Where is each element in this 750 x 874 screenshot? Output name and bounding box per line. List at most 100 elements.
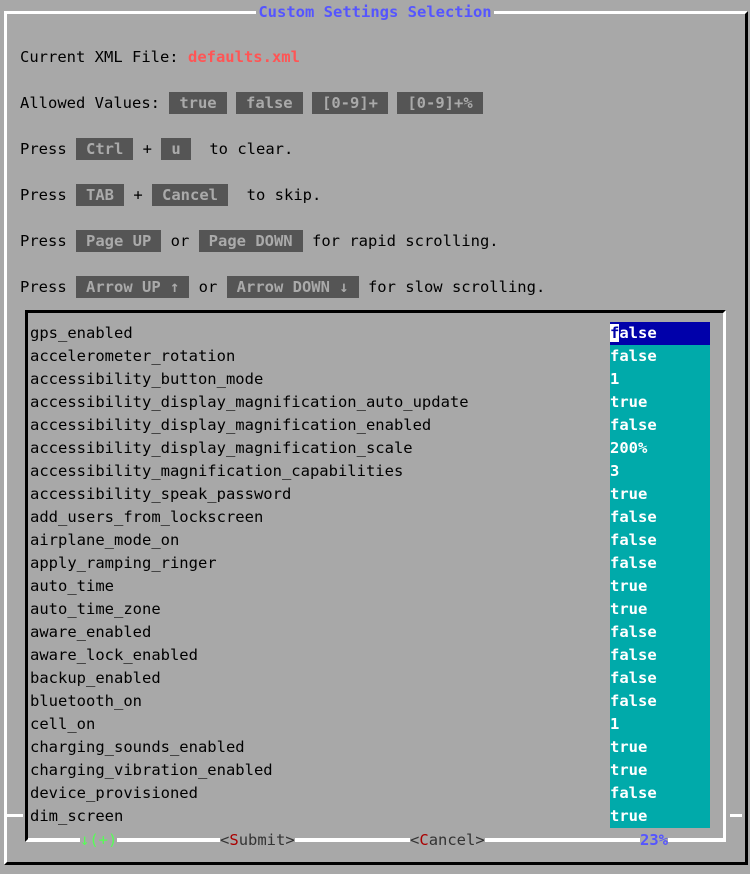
setting-key: accessibility_display_magnification_enab…: [30, 416, 432, 434]
text-cursor: f: [610, 324, 620, 342]
key-cancel: Cancel: [152, 184, 228, 206]
submit-button[interactable]: <Submit>: [220, 829, 295, 851]
setting-value-input[interactable]: false: [610, 345, 710, 368]
key-page-up: Page UP: [76, 230, 162, 252]
submit-label: ubmit: [238, 831, 286, 849]
cancel-close-bracket: >: [475, 831, 485, 849]
setting-key: charging_vibration_enabled: [30, 761, 273, 779]
setting-row[interactable]: accessibility_button_mode 1: [30, 368, 710, 391]
setting-row[interactable]: auto_time true: [30, 575, 710, 598]
setting-key: aware_enabled: [30, 623, 152, 641]
setting-row[interactable]: auto_time_zone true: [30, 598, 710, 621]
setting-row[interactable]: accessibility_display_magnification_auto…: [30, 391, 710, 414]
setting-value-input[interactable]: false: [610, 690, 710, 713]
setting-key: airplane_mode_on: [30, 531, 180, 549]
scroll-percent: 23%: [640, 829, 668, 851]
setting-key: accessibility_button_mode: [30, 370, 264, 388]
setting-value-input[interactable]: 1: [610, 713, 710, 736]
cancel-hotkey: C: [419, 831, 429, 849]
setting-value-input[interactable]: true: [610, 759, 710, 782]
setting-row[interactable]: charging_vibration_enabled true: [30, 759, 710, 782]
setting-value-input[interactable]: true: [610, 575, 710, 598]
submit-hotkey: S: [229, 831, 239, 849]
setting-value-input[interactable]: 200%: [610, 437, 710, 460]
setting-row[interactable]: dim_screen true: [30, 805, 710, 828]
press-label: Press: [20, 140, 76, 158]
allowed-value-true: true: [169, 92, 227, 114]
setting-value-input[interactable]: false: [610, 644, 710, 667]
setting-value-input[interactable]: false: [610, 552, 710, 575]
setting-value-input[interactable]: true: [610, 736, 710, 759]
setting-value-input[interactable]: true: [610, 805, 710, 828]
setting-key: bluetooth_on: [30, 692, 142, 710]
current-file-line: Current XML File: defaults.xml: [20, 46, 300, 69]
key-arrow-down: Arrow DOWN ↓: [226, 276, 359, 298]
setting-value-input[interactable]: 3: [610, 460, 710, 483]
setting-key: cell_on: [30, 715, 96, 733]
dialog-title-text: Custom Settings Selection: [256, 3, 494, 21]
setting-row[interactable]: aware_lock_enabled false: [30, 644, 710, 667]
setting-key: accessibility_display_magnification_auto…: [30, 393, 469, 411]
setting-key: apply_ramping_ringer: [30, 554, 217, 572]
setting-key: accessibility_magnification_capabilities: [30, 462, 404, 480]
settings-list[interactable]: gps_enabled false accelerometer_rotation fa…: [30, 322, 710, 828]
setting-row[interactable]: add_users_from_lockscreen false: [30, 506, 710, 529]
skip-hint-line: Press TAB + Cancel to skip.: [20, 184, 321, 207]
setting-key: add_users_from_lockscreen: [30, 508, 264, 526]
slow-scroll-hint-text: for slow scrolling.: [358, 278, 546, 296]
setting-value-input[interactable]: false: [610, 782, 710, 805]
setting-value-input[interactable]: 1: [610, 368, 710, 391]
setting-key: accelerometer_rotation: [30, 347, 236, 365]
plus-label: +: [133, 140, 162, 158]
rapid-scroll-hint-text: for rapid scrolling.: [302, 232, 499, 250]
setting-row[interactable]: accelerometer_rotation false: [30, 345, 710, 368]
setting-row[interactable]: charging_sounds_enabled true: [30, 736, 710, 759]
setting-value-input[interactable]: false: [610, 414, 710, 437]
setting-row[interactable]: accessibility_magnification_capabilities…: [30, 460, 710, 483]
allowed-values-line: Allowed Values: true false [0-9]+ [0-9]+…: [20, 92, 483, 115]
setting-key: gps_enabled: [30, 324, 133, 342]
setting-row[interactable]: backup_enabled false: [30, 667, 710, 690]
setting-value-input[interactable]: false: [610, 667, 710, 690]
submit-open-bracket: <: [220, 831, 230, 849]
cancel-button[interactable]: <Cancel>: [410, 829, 485, 851]
scroll-down-indicator: ↓(+): [80, 829, 118, 851]
setting-row[interactable]: cell_on 1: [30, 713, 710, 736]
key-u: u: [161, 138, 191, 160]
setting-value-input[interactable]: false: [610, 529, 710, 552]
setting-row[interactable]: apply_ramping_ringer false: [30, 552, 710, 575]
setting-row[interactable]: device_provisioned false: [30, 782, 710, 805]
current-file-label: Current XML File:: [20, 48, 188, 66]
setting-row[interactable]: accessibility_speak_password true: [30, 483, 710, 506]
setting-row[interactable]: airplane_mode_on false: [30, 529, 710, 552]
setting-value-rest: alse: [619, 324, 657, 342]
button-bar: ↓(+) <Submit> <Cancel> 23%: [0, 829, 750, 851]
clear-hint-line: Press Ctrl + u to clear.: [20, 138, 293, 161]
setting-row[interactable]: bluetooth_on false: [30, 690, 710, 713]
rapid-scroll-hint-line: Press Page UP or Page DOWN for rapid scr…: [20, 230, 499, 253]
setting-value-input[interactable]: true: [610, 483, 710, 506]
setting-key: accessibility_speak_password: [30, 485, 292, 503]
setting-key: backup_enabled: [30, 669, 161, 687]
setting-row[interactable]: accessibility_display_magnification_scal…: [30, 437, 710, 460]
allowed-value-false: false: [235, 92, 303, 114]
setting-key: dim_screen: [30, 807, 124, 825]
skip-hint-text: to skip.: [228, 186, 322, 204]
setting-row[interactable]: gps_enabled false: [30, 322, 710, 345]
setting-row[interactable]: accessibility_display_magnification_enab…: [30, 414, 710, 437]
setting-value-input[interactable]: false: [610, 506, 710, 529]
setting-value-input[interactable]: false: [610, 322, 710, 345]
setting-value-input[interactable]: true: [610, 598, 710, 621]
clear-hint-text: to clear.: [190, 140, 294, 158]
plus-label: +: [124, 186, 152, 204]
setting-value-input[interactable]: false: [610, 621, 710, 644]
setting-value-input[interactable]: true: [610, 391, 710, 414]
cancel-open-bracket: <: [410, 831, 420, 849]
allowed-value-percent: [0-9]+%: [397, 92, 483, 114]
setting-row[interactable]: aware_enabled false: [30, 621, 710, 644]
press-label: Press: [20, 186, 76, 204]
submit-close-bracket: >: [285, 831, 295, 849]
or-label: or: [161, 232, 199, 250]
setting-key: charging_sounds_enabled: [30, 738, 245, 756]
allowed-values-label: Allowed Values:: [20, 94, 170, 112]
